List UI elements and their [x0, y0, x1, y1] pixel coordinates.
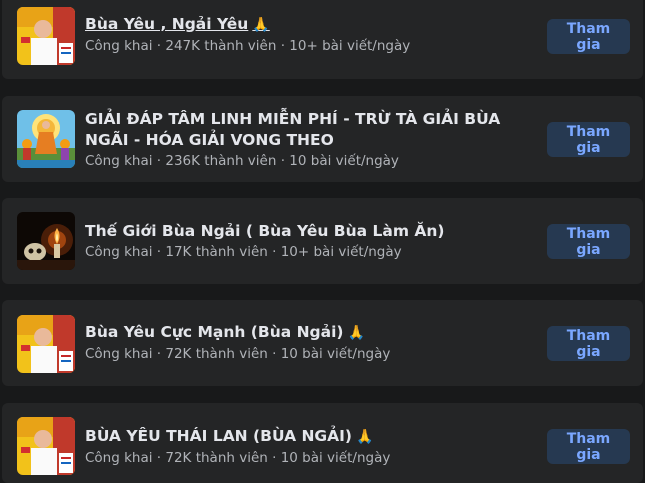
praying-hands-icon: 🙏 — [356, 429, 374, 445]
group-meta: Công khai · 236K thành viên · 10 bài viế… — [85, 152, 513, 171]
privacy-label: Công khai — [85, 38, 153, 54]
group-meta: Công khai · 72K thành viên · 10 bài viết… — [85, 345, 513, 364]
group-name[interactable]: Thế Giới Bùa Ngải ( Bùa Yêu Bùa Làm Ăn) — [85, 221, 513, 242]
separator: · — [276, 38, 290, 54]
group-card: Bùa Yêu Cực Mạnh (Bùa Ngải) 🙏 Công khai ·… — [2, 300, 643, 386]
privacy-label: Công khai — [85, 450, 153, 466]
group-thumbnail-image — [17, 212, 75, 270]
member-count: 72K thành viên — [165, 450, 268, 466]
separator: · — [152, 244, 166, 260]
privacy-label: Công khai — [85, 153, 153, 169]
post-frequency: 10+ bài viết/ngày — [289, 38, 411, 54]
group-card: GIẢI ĐÁP TÂM LINH MIỄN PHÍ - TRỪ TÀ GIẢI… — [2, 96, 643, 182]
group-thumbnail-image — [17, 315, 75, 373]
group-thumbnail[interactable] — [17, 315, 75, 373]
group-info: Thế Giới Bùa Ngải ( Bùa Yêu Bùa Làm Ăn) … — [85, 221, 513, 262]
post-frequency: 10 bài viết/ngày — [289, 153, 399, 169]
group-info: GIẢI ĐÁP TÂM LINH MIỄN PHÍ - TRỪ TÀ GIẢI… — [85, 109, 513, 171]
join-button[interactable]: Tham gia — [547, 224, 630, 259]
group-name-wrap[interactable]: BÙA YÊU THÁI LAN (BÙA NGẢI) 🙏 — [85, 426, 513, 448]
separator: · — [152, 153, 166, 169]
group-info: Bùa Yêu , Ngải Yêu 🙏 Công khai · 247K thà… — [85, 14, 513, 56]
group-name[interactable]: BÙA YÊU THÁI LAN (BÙA NGẢI) — [85, 427, 352, 445]
separator: · — [152, 38, 166, 54]
group-meta: Công khai · 17K thành viên · 10+ bài viế… — [85, 243, 513, 262]
member-count: 236K thành viên — [165, 153, 277, 169]
privacy-label: Công khai — [85, 244, 153, 260]
praying-hands-icon: 🙏 — [252, 17, 270, 33]
group-name-link[interactable]: Bùa Yêu , Ngải Yêu 🙏 — [85, 14, 513, 36]
group-info: Bùa Yêu Cực Mạnh (Bùa Ngải) 🙏 Công khai ·… — [85, 322, 513, 364]
group-card: Bùa Yêu , Ngải Yêu 🙏 Công khai · 247K thà… — [2, 0, 643, 79]
group-card: BÙA YÊU THÁI LAN (BÙA NGẢI) 🙏 Công khai ·… — [2, 403, 643, 483]
group-name[interactable]: Bùa Yêu , Ngải Yêu — [85, 15, 248, 33]
group-thumbnail-image — [17, 7, 75, 65]
join-button[interactable]: Tham gia — [547, 122, 630, 157]
group-thumbnail[interactable] — [17, 110, 75, 168]
separator: · — [267, 346, 281, 362]
privacy-label: Công khai — [85, 346, 153, 362]
praying-hands-icon: 🙏 — [347, 325, 365, 341]
separator: · — [152, 346, 166, 362]
group-name[interactable]: GIẢI ĐÁP TÂM LINH MIỄN PHÍ - TRỪ TÀ GIẢI… — [85, 109, 513, 151]
group-meta: Công khai · 247K thành viên · 10+ bài vi… — [85, 37, 513, 56]
group-thumbnail-image — [17, 110, 75, 168]
separator: · — [276, 153, 290, 169]
join-button[interactable]: Tham gia — [547, 19, 630, 54]
group-name-wrap[interactable]: Bùa Yêu Cực Mạnh (Bùa Ngải) 🙏 — [85, 322, 513, 344]
group-thumbnail[interactable] — [17, 212, 75, 270]
member-count: 247K thành viên — [165, 38, 277, 54]
join-button[interactable]: Tham gia — [547, 429, 630, 464]
group-thumbnail-image — [17, 417, 75, 475]
member-count: 72K thành viên — [165, 346, 268, 362]
group-thumbnail[interactable] — [17, 7, 75, 65]
separator: · — [152, 450, 166, 466]
group-meta: Công khai · 72K thành viên · 10 bài viết… — [85, 449, 513, 468]
group-card: Thế Giới Bùa Ngải ( Bùa Yêu Bùa Làm Ăn) … — [2, 198, 643, 284]
separator: · — [267, 450, 281, 466]
post-frequency: 10 bài viết/ngày — [280, 346, 391, 362]
post-frequency: 10+ bài viết/ngày — [280, 244, 402, 260]
group-name[interactable]: Bùa Yêu Cực Mạnh (Bùa Ngải) — [85, 323, 344, 341]
group-thumbnail[interactable] — [17, 417, 75, 475]
post-frequency: 10 bài viết/ngày — [280, 450, 391, 466]
separator: · — [267, 244, 281, 260]
join-button[interactable]: Tham gia — [547, 326, 630, 361]
member-count: 17K thành viên — [165, 244, 268, 260]
group-info: BÙA YÊU THÁI LAN (BÙA NGẢI) 🙏 Công khai ·… — [85, 426, 513, 468]
